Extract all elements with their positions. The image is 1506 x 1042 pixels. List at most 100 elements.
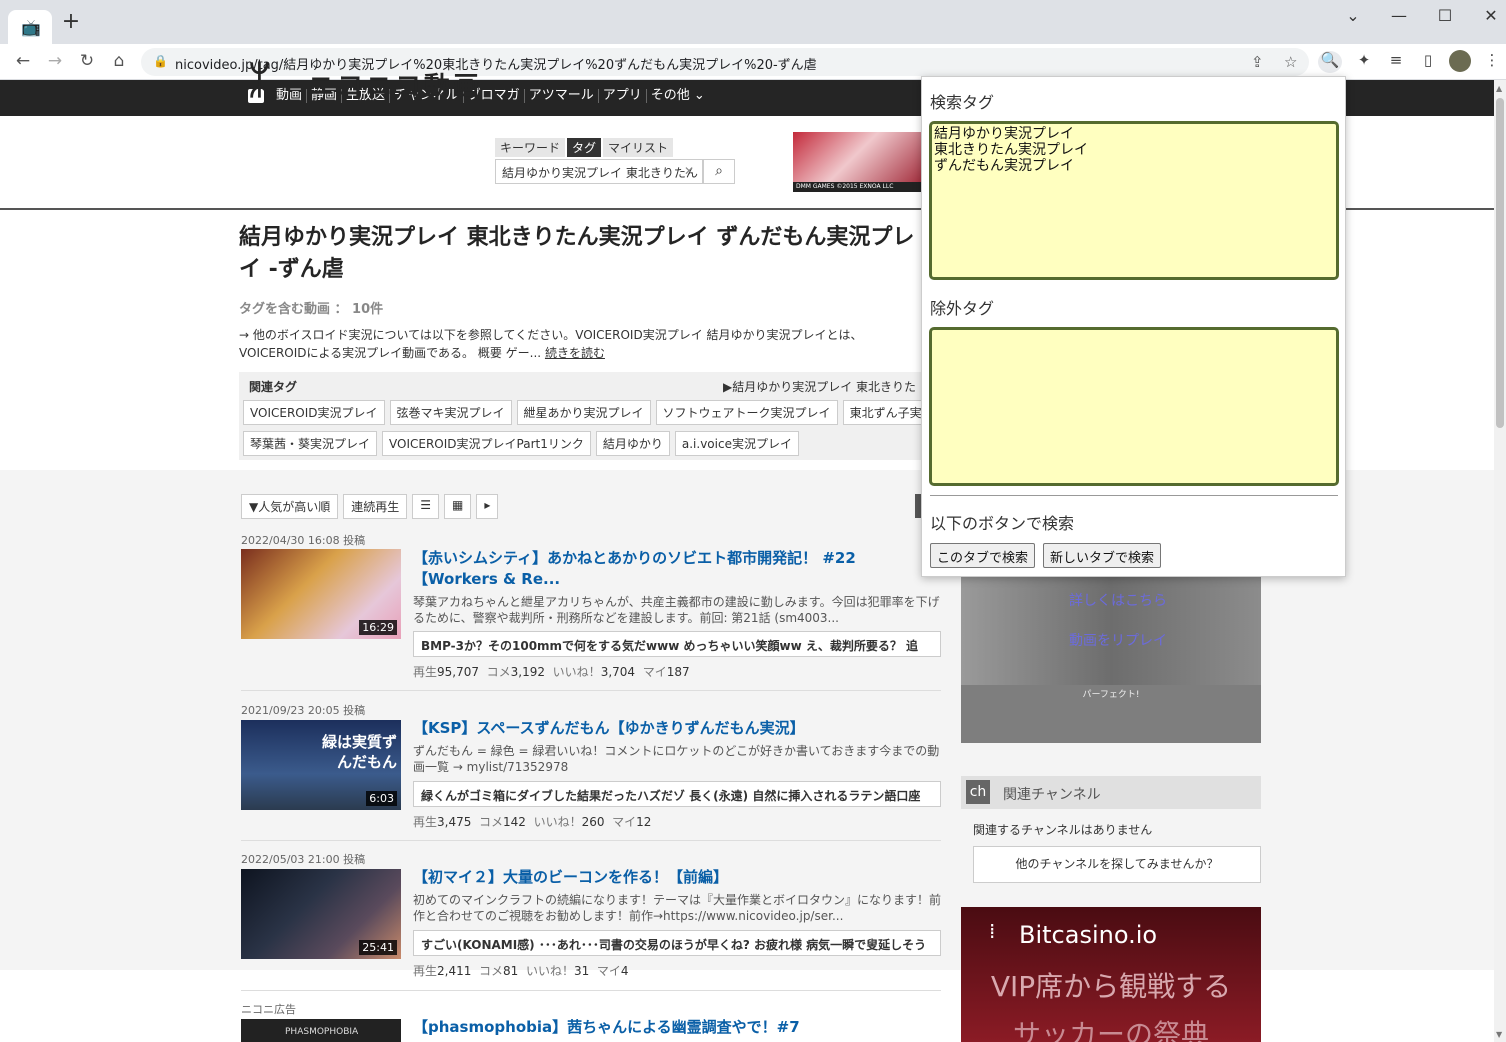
tab-keyword[interactable]: キーワード — [495, 138, 566, 157]
browser-toolbar: ← → ↻ ⌂ 🔒 nicovideo.jp/tag/結月ゆかり実況プレイ%20… — [0, 44, 1506, 80]
lock-icon: 🔒 — [153, 54, 168, 68]
stat-label: 再生 — [413, 665, 438, 679]
related-tags-expand[interactable]: ▶結月ゆかり実況プレイ 東北きりた — [723, 378, 916, 395]
thumbnail-caption: 緑は実質ずんだもん — [321, 733, 397, 771]
forward-icon[interactable]: → — [44, 51, 66, 71]
video-thumbnail[interactable]: 16:29 — [241, 549, 401, 639]
media-controls-icon[interactable]: ≡ — [1384, 51, 1408, 73]
video-title[interactable]: 【phasmophobia】茜ちゃんによる幽霊調査やで！#7 — [413, 1017, 933, 1038]
home-icon[interactable]: ⌂ — [108, 51, 130, 71]
extensions-puzzle-icon[interactable]: ✦ — [1352, 51, 1376, 73]
continuous-play-button[interactable]: 連続再生 — [343, 494, 408, 519]
tab-tag[interactable]: タグ — [567, 138, 602, 157]
stat-value: 4 — [620, 964, 629, 978]
bitcasino-subline: サッカーの祭典 — [1012, 1018, 1209, 1042]
side-panel-icon[interactable]: ▯ — [1416, 51, 1440, 73]
related-tag[interactable]: 紲星あかり実況プレイ — [516, 400, 651, 425]
nav-item[interactable]: 動画 — [272, 89, 308, 103]
video-title[interactable]: 【初マイ２】大量のビーコンを作る！【前編】 — [413, 867, 933, 888]
related-tag[interactable]: a.i.voice実況プレイ — [674, 431, 799, 456]
back-icon[interactable]: ← — [12, 51, 34, 71]
site-logo[interactable]: ニコニコ動画 — [308, 66, 482, 103]
video-stats: 再生95,707 コメ3,192 いいね！3,704 マイ187 — [413, 663, 690, 680]
new-tab-button[interactable]: + — [60, 11, 82, 33]
divider — [930, 495, 1338, 496]
sort-dropdown[interactable]: ▼人気が高い順 — [241, 494, 339, 519]
video-stats: 再生3,475 コメ142 いいね！260 マイ12 — [413, 813, 651, 830]
related-tag[interactable]: VOICEROID実況プレイ — [243, 400, 385, 425]
share-icon[interactable]: ⇪ — [1251, 53, 1264, 71]
page-title: 結月ゆかり実況プレイ 東北きりたん実況プレイ ずんだもん実況プレイ -ずん虐 — [239, 225, 915, 282]
related-tag[interactable]: 結月ゆかり — [595, 431, 670, 456]
video-description: 初めてのマインクラフトの続編になります！テーマは『大量作業とボイロタウン』になり… — [413, 893, 942, 923]
list-view-icon[interactable]: ☰ — [412, 494, 440, 519]
video-count: タグを含む動画 ： 10件 — [239, 302, 384, 317]
read-more-link[interactable]: 続きを読む — [545, 346, 605, 360]
scrollbar-thumb[interactable] — [1496, 98, 1504, 428]
video-description: 琴葉アカねちゃんと紲星アカリちゃんが、共産主義都市の建設に勤しみます。今回は犯罪… — [413, 595, 940, 625]
stat-label: 再生 — [413, 815, 438, 829]
minimize-button[interactable]: — — [1389, 6, 1409, 25]
stat-label: いいね！ — [525, 964, 574, 978]
latest-comments: 緑くんがゴミ箱にダイブした結果だったハズだゾ 長く(永遠) 自然に挿入されるラテ… — [413, 781, 941, 807]
related-tag[interactable]: 琴葉茜・葵実況プレイ — [243, 431, 378, 456]
menu-kebab-icon[interactable]: ⋮ — [1480, 51, 1504, 73]
video-title[interactable]: 【KSP】スペースずんだもん【ゆかきりずんだもん実況】 — [413, 718, 933, 739]
bookmark-star-icon[interactable]: ☆ — [1284, 53, 1297, 71]
video-duration: 6:03 — [366, 791, 397, 806]
clear-search-icon[interactable]: ✕ — [684, 164, 694, 178]
search-button-prompt: 以下のボタンで検索 — [930, 514, 1075, 533]
search-tags-label: 検索タグ — [930, 93, 995, 112]
scroll-up-icon[interactable]: ▲ — [1496, 84, 1502, 93]
search-this-tab-button[interactable]: このタブで検索 — [930, 543, 1036, 568]
niconico-logo-icon[interactable]: ᛯ — [248, 58, 271, 102]
video-thumbnail[interactable]: 25:41 — [241, 869, 401, 959]
search-input[interactable]: 結月ゆかり実況プレイ 東北きりたん — [495, 159, 703, 184]
find-channel-button[interactable]: 他のチャンネルを探してみませんか？ — [973, 846, 1261, 883]
active-tab[interactable]: 📺 — [8, 10, 52, 44]
profile-avatar[interactable] — [1449, 50, 1471, 72]
video-title[interactable]: 【赤いシムシティ】あかねとあかりのソビエト都市開発記！ #22【Workers … — [413, 548, 933, 590]
page-scrollbar[interactable]: ▲ ▼ — [1494, 80, 1506, 1042]
url-text[interactable]: nicovideo.jp/tag/結月ゆかり実況プレイ%20東北きりたん実況プレ… — [175, 54, 817, 73]
video-thumbnail[interactable]: 緑は実質ずんだもん 6:03 — [241, 720, 401, 810]
stat-value: 95,707 — [437, 665, 480, 679]
video-ad[interactable]: 詳しくはこちら 動画をリプレイ パーフェクト! — [961, 575, 1261, 743]
reload-icon[interactable]: ↻ — [76, 51, 98, 71]
bitcasino-ad[interactable]: ⁞ Bitcasino.io VIP席から観戦する サッカーの祭典 — [961, 907, 1261, 1042]
search-tags-textarea[interactable]: 結月ゆかり実況プレイ 東北きりたん実況プレイ ずんだもん実況プレイ — [929, 121, 1339, 280]
tab-search-icon[interactable]: ⌄ — [1343, 6, 1363, 25]
exclude-tags-textarea[interactable] — [929, 327, 1339, 486]
nav-item-more[interactable]: その他 ⌄ — [647, 89, 709, 103]
stat-label: いいね！ — [552, 665, 601, 679]
ad-replay-link[interactable]: 動画をリプレイ — [1069, 630, 1167, 650]
maximize-button[interactable]: ☐ — [1435, 6, 1455, 25]
close-window-button[interactable]: ✕ — [1481, 6, 1501, 25]
video-thumbnail[interactable]: PHASMOPHOBIA — [241, 1019, 401, 1042]
ad-details-link[interactable]: 詳しくはこちら — [1069, 590, 1167, 610]
exclude-tags-label: 除外タグ — [930, 299, 995, 318]
grid-view-icon[interactable]: ▦ — [444, 494, 472, 519]
scroll-down-icon[interactable]: ▼ — [1496, 1030, 1502, 1039]
related-tag[interactable]: 弦巻マキ実況プレイ — [389, 400, 512, 425]
nav-item[interactable]: アプリ — [599, 89, 647, 103]
search-icon[interactable]: ⌕ — [703, 159, 735, 184]
channel-icon: ch — [966, 780, 990, 804]
tab-mylist[interactable]: マイリスト — [603, 138, 674, 157]
stat-value: 142 — [503, 815, 526, 829]
search-type-tabs: キーワード タグ マイリスト — [495, 138, 675, 157]
nav-item[interactable]: アツマール — [525, 89, 599, 103]
related-tag[interactable]: ソフトウェアトーク実況プレイ — [655, 400, 838, 425]
search-new-tab-button[interactable]: 新しいタブで検索 — [1043, 543, 1162, 568]
divider — [241, 690, 941, 691]
video-date: 2021/09/23 20:05 投稿 — [241, 704, 366, 717]
related-tag[interactable]: 東北ずん子実 — [842, 400, 929, 425]
ad-banner[interactable]: DMM GAMES ©2015 EXNOA LLC — [793, 132, 923, 192]
tag-description: → 他のボイスロイド実況については以下を参照してください。VOICEROID実況… — [239, 326, 929, 362]
related-tags-panel: 関連タグ ▶結月ゆかり実況プレイ 東北きりた VOICEROID実況プレイ 弦巻… — [239, 372, 939, 460]
related-tag[interactable]: VOICEROID実況プレイPart1リンク — [382, 431, 591, 456]
more-view-icon[interactable]: ▸ — [476, 494, 499, 519]
latest-comments: BMP-3か？その100mmで何をする気だwww めっちゃいい笑顔ww え、裁判… — [413, 631, 941, 657]
stat-value: 260 — [581, 815, 605, 829]
tag-search-extension-icon[interactable]: 🔍 — [1318, 51, 1342, 73]
